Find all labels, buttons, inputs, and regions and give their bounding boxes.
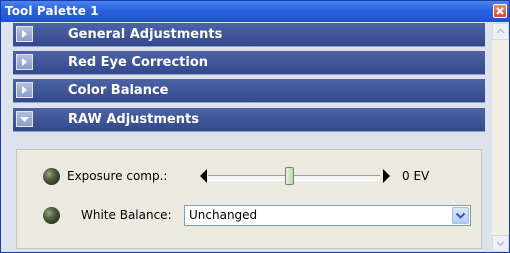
section-label: General Adjustments bbox=[68, 27, 223, 42]
exposure-reset-led-button[interactable] bbox=[43, 168, 60, 185]
exposure-decrease-button[interactable] bbox=[199, 167, 208, 185]
expand-toggle[interactable] bbox=[16, 82, 33, 98]
section-header-color-balance[interactable]: Color Balance bbox=[13, 79, 485, 103]
expand-arrow-right-icon bbox=[22, 86, 27, 94]
exposure-slider-thumb[interactable] bbox=[285, 167, 294, 185]
arrow-left-icon bbox=[200, 169, 207, 183]
expand-arrow-right-icon bbox=[22, 30, 27, 38]
white-balance-select[interactable]: Unchanged bbox=[184, 205, 471, 226]
white-balance-selected-value: Unchanged bbox=[189, 208, 258, 222]
expand-toggle[interactable] bbox=[16, 54, 33, 70]
white-balance-reset-led-button[interactable] bbox=[43, 207, 60, 224]
white-balance-dropdown-button[interactable] bbox=[452, 207, 469, 224]
raw-adjustments-panel bbox=[16, 149, 482, 249]
title-bar[interactable]: Tool Palette 1 bbox=[1, 1, 509, 22]
section-label: Red Eye Correction bbox=[68, 55, 209, 70]
exposure-value: 0 EV bbox=[402, 169, 430, 183]
exposure-label: Exposure comp.: bbox=[67, 169, 168, 183]
close-button[interactable] bbox=[493, 4, 507, 18]
expand-toggle[interactable] bbox=[16, 26, 33, 42]
arrow-down-icon bbox=[496, 241, 505, 247]
expand-arrow-right-icon bbox=[22, 58, 27, 66]
arrow-up-icon bbox=[496, 28, 505, 34]
vertical-scrollbar[interactable] bbox=[492, 23, 509, 252]
section-header-red-eye-correction[interactable]: Red Eye Correction bbox=[13, 51, 485, 75]
section-label: Color Balance bbox=[68, 83, 169, 98]
white-balance-label: White Balance: bbox=[81, 208, 172, 222]
section-header-general-adjustments[interactable]: General Adjustments bbox=[13, 23, 485, 47]
collapse-arrow-down-icon bbox=[20, 117, 29, 122]
chevron-down-icon bbox=[455, 212, 466, 219]
scroll-down-button[interactable] bbox=[492, 235, 509, 252]
exposure-increase-button[interactable] bbox=[382, 167, 391, 185]
section-label: RAW Adjustments bbox=[68, 112, 199, 127]
window-title: Tool Palette 1 bbox=[5, 4, 99, 18]
arrow-right-icon bbox=[383, 169, 390, 183]
section-header-raw-adjustments[interactable]: RAW Adjustments bbox=[13, 108, 485, 132]
scroll-up-button[interactable] bbox=[492, 23, 509, 40]
collapse-toggle[interactable] bbox=[16, 111, 33, 127]
close-x-icon bbox=[496, 7, 504, 15]
tool-palette-window: Tool Palette 1 General Adjustments Red E… bbox=[0, 0, 510, 253]
exposure-slider-track[interactable] bbox=[208, 175, 380, 181]
